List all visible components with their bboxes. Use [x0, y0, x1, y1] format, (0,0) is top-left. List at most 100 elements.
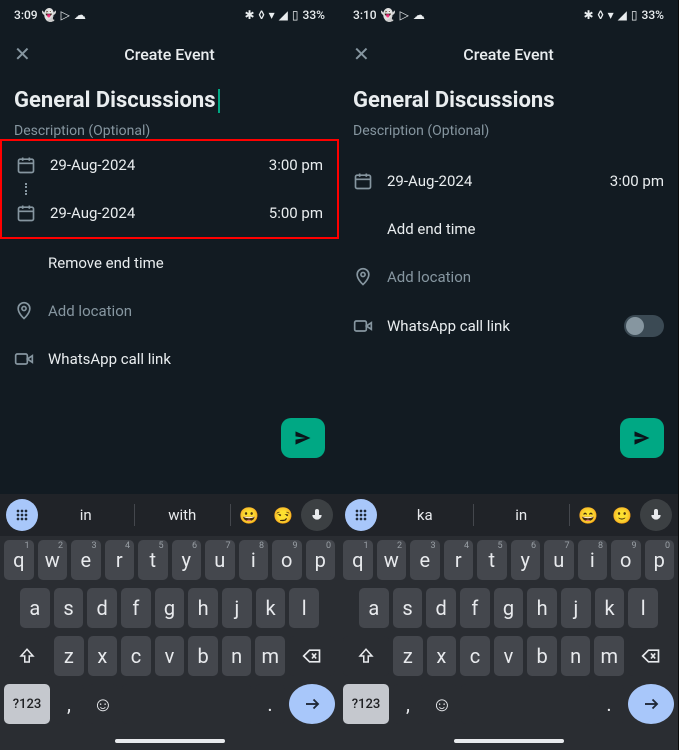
- key-e[interactable]: e3: [410, 540, 440, 580]
- comma-key[interactable]: ,: [54, 684, 84, 724]
- key-n[interactable]: n: [222, 636, 252, 676]
- call-link-toggle[interactable]: [624, 315, 664, 337]
- key-w[interactable]: w2: [377, 540, 407, 580]
- event-title-input[interactable]: General Discussions: [353, 88, 664, 113]
- key-y[interactable]: y6: [511, 540, 541, 580]
- emoji-wink-icon[interactable]: 😏: [267, 499, 299, 531]
- key-m[interactable]: m: [255, 636, 285, 676]
- key-d[interactable]: d: [426, 588, 456, 628]
- home-indicator[interactable]: [115, 739, 225, 743]
- suggestion-2[interactable]: with: [137, 506, 229, 524]
- key-j[interactable]: j: [222, 588, 252, 628]
- key-b[interactable]: b: [527, 636, 557, 676]
- key-v[interactable]: v: [494, 636, 524, 676]
- key-x[interactable]: x: [88, 636, 118, 676]
- remove-end-time-row[interactable]: Remove end time: [14, 239, 325, 287]
- home-indicator[interactable]: [454, 739, 564, 743]
- key-s[interactable]: s: [393, 588, 423, 628]
- suggestion-2[interactable]: in: [476, 506, 568, 524]
- comma-key[interactable]: ,: [393, 684, 423, 724]
- event-title-input[interactable]: General Discussions: [14, 88, 325, 113]
- send-button[interactable]: [281, 418, 325, 458]
- key-z[interactable]: z: [393, 636, 423, 676]
- mic-icon[interactable]: [301, 499, 333, 531]
- key-f[interactable]: f: [460, 588, 490, 628]
- symbols-key[interactable]: ?123: [343, 684, 389, 724]
- key-o[interactable]: o9: [611, 540, 641, 580]
- key-b[interactable]: b: [188, 636, 218, 676]
- enter-key[interactable]: [628, 684, 674, 724]
- key-a[interactable]: a: [359, 588, 389, 628]
- key-t[interactable]: t5: [138, 540, 168, 580]
- description-field[interactable]: Description (Optional): [14, 123, 325, 139]
- key-i[interactable]: i8: [239, 540, 269, 580]
- key-c[interactable]: c: [121, 636, 151, 676]
- key-n[interactable]: n: [561, 636, 591, 676]
- key-x[interactable]: x: [427, 636, 457, 676]
- key-l[interactable]: l: [289, 588, 319, 628]
- key-w[interactable]: w2: [38, 540, 68, 580]
- description-field[interactable]: Description (Optional): [353, 123, 664, 139]
- key-f[interactable]: f: [121, 588, 151, 628]
- key-a[interactable]: a: [20, 588, 50, 628]
- key-u[interactable]: u7: [205, 540, 235, 580]
- key-u[interactable]: u7: [544, 540, 574, 580]
- emoji-grin-icon[interactable]: 😄: [572, 499, 604, 531]
- key-k[interactable]: k: [256, 588, 286, 628]
- key-y[interactable]: y6: [172, 540, 202, 580]
- emoji-smile-icon[interactable]: 😀: [233, 499, 265, 531]
- key-t[interactable]: t5: [477, 540, 507, 580]
- emoji-key[interactable]: ☺: [88, 684, 118, 724]
- key-p[interactable]: p0: [306, 540, 336, 580]
- enter-key[interactable]: [289, 684, 335, 724]
- mic-icon[interactable]: [640, 499, 672, 531]
- shift-key[interactable]: [343, 636, 389, 676]
- add-end-time-row[interactable]: Add end time: [353, 205, 664, 253]
- key-g[interactable]: g: [155, 588, 185, 628]
- key-h[interactable]: h: [188, 588, 218, 628]
- key-d[interactable]: d: [87, 588, 117, 628]
- key-r[interactable]: r4: [444, 540, 474, 580]
- grid-icon[interactable]: [345, 499, 377, 531]
- send-button[interactable]: [620, 418, 664, 458]
- start-date-row[interactable]: 29-Aug-2024 3:00 pm: [353, 157, 664, 205]
- space-key[interactable]: [461, 684, 590, 724]
- end-date-row[interactable]: 29-Aug-2024 5:00 pm: [16, 189, 323, 237]
- key-z[interactable]: z: [54, 636, 84, 676]
- key-j[interactable]: j: [561, 588, 591, 628]
- key-h[interactable]: h: [527, 588, 557, 628]
- call-link-row[interactable]: WhatsApp call link: [14, 335, 325, 383]
- backspace-key[interactable]: [289, 636, 335, 676]
- add-location-row[interactable]: Add location: [14, 287, 325, 335]
- emoji-key[interactable]: ☺: [427, 684, 457, 724]
- key-m[interactable]: m: [594, 636, 624, 676]
- shift-key[interactable]: [4, 636, 50, 676]
- key-k[interactable]: k: [595, 588, 625, 628]
- period-key[interactable]: .: [594, 684, 624, 724]
- symbols-key[interactable]: ?123: [4, 684, 50, 724]
- key-p[interactable]: p0: [645, 540, 675, 580]
- suggestion-1[interactable]: in: [40, 506, 132, 524]
- key-r[interactable]: r4: [105, 540, 135, 580]
- emoji-smile-icon[interactable]: 🙂: [606, 499, 638, 531]
- period-key[interactable]: .: [255, 684, 285, 724]
- space-key[interactable]: [122, 684, 251, 724]
- start-date-row[interactable]: 29-Aug-2024 3:00 pm: [16, 141, 323, 189]
- add-location-row[interactable]: Add location: [353, 253, 664, 301]
- key-o[interactable]: o9: [272, 540, 302, 580]
- key-e[interactable]: e3: [71, 540, 101, 580]
- close-icon[interactable]: ✕: [14, 42, 34, 66]
- grid-icon[interactable]: [6, 499, 38, 531]
- key-c[interactable]: c: [460, 636, 490, 676]
- key-v[interactable]: v: [155, 636, 185, 676]
- key-l[interactable]: l: [628, 588, 658, 628]
- backspace-key[interactable]: [628, 636, 674, 676]
- key-i[interactable]: i8: [578, 540, 608, 580]
- key-g[interactable]: g: [494, 588, 524, 628]
- key-s[interactable]: s: [54, 588, 84, 628]
- suggestion-1[interactable]: ka: [379, 506, 471, 524]
- close-icon[interactable]: ✕: [353, 42, 373, 66]
- key-q[interactable]: q1: [343, 540, 373, 580]
- key-q[interactable]: q1: [4, 540, 34, 580]
- call-link-row[interactable]: WhatsApp call link: [353, 301, 664, 351]
